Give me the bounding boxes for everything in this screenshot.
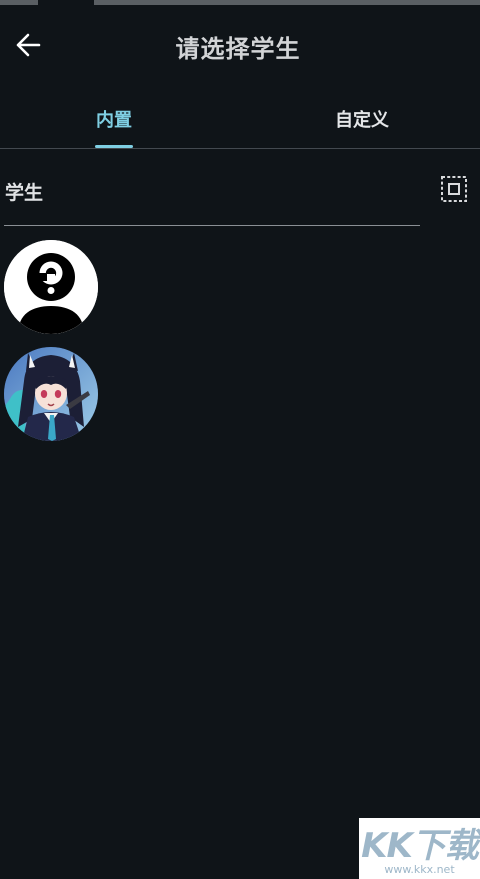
student-select-screen: 请选择学生 内置 自定义 学生 KK下载 www.kkx.net: [0, 0, 480, 879]
watermark-logo: KK下载: [361, 825, 479, 866]
page-title: 请选择学生: [175, 35, 301, 63]
tab-builtin-label: 内置: [96, 110, 132, 131]
section-divider: [4, 225, 420, 226]
header: 请选择学生: [0, 5, 480, 85]
select-all-button[interactable]: [440, 175, 468, 203]
student-avatar-unknown[interactable]: [4, 240, 98, 334]
anime-character-portrait: [4, 347, 98, 441]
tab-custom[interactable]: 自定义: [302, 95, 422, 148]
section-title: 学生: [5, 182, 44, 204]
tab-custom-label: 自定义: [335, 110, 389, 131]
watermark-url: www.kkx.net: [384, 863, 455, 876]
tab-builtin[interactable]: 内置: [54, 95, 174, 148]
tabs-divider: [0, 148, 480, 149]
select-all-icon: [441, 176, 467, 202]
unknown-person-icon: [4, 240, 98, 334]
watermark: KK下载 www.kkx.net: [359, 818, 480, 879]
tab-bar: 内置 自定义: [0, 95, 480, 148]
student-avatar-anime[interactable]: [4, 347, 98, 441]
